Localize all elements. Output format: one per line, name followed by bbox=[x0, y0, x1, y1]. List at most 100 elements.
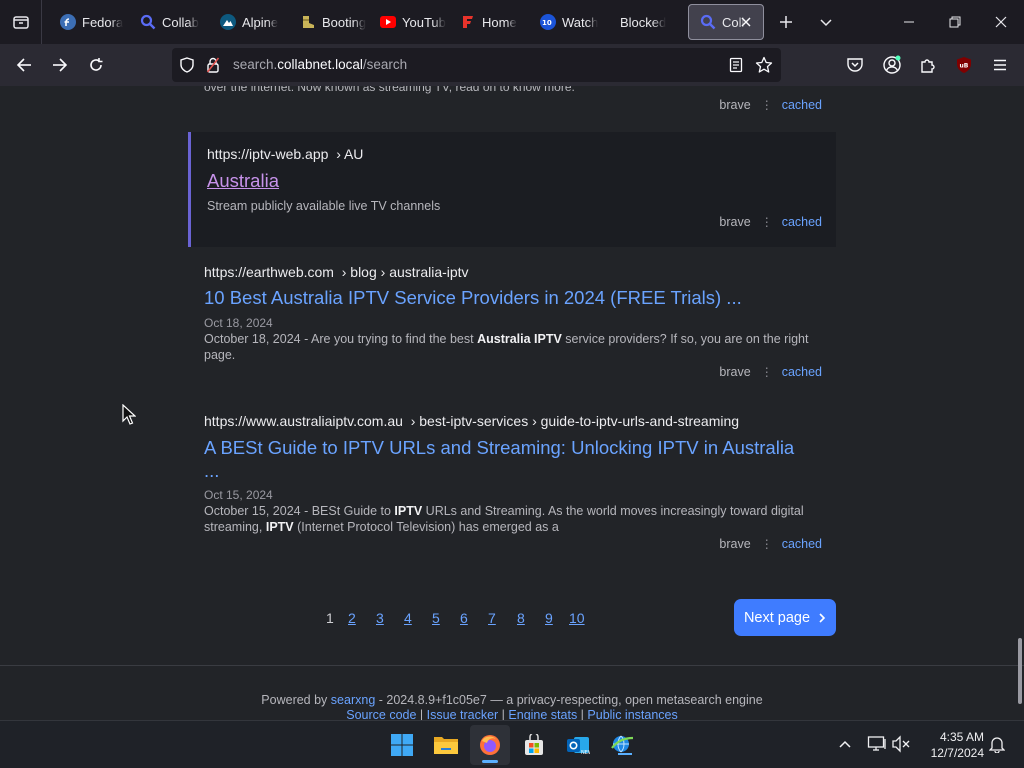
engine-label: brave bbox=[719, 215, 751, 229]
microsoft-store-icon bbox=[525, 734, 543, 755]
taskbar-network-app[interactable] bbox=[602, 725, 642, 765]
result-description: October 15, 2024 - BESt Guide to IPTV UR… bbox=[204, 504, 804, 534]
extensions-button[interactable] bbox=[913, 50, 943, 80]
back-button[interactable] bbox=[9, 50, 39, 80]
url-text[interactable]: search.collabnet.local/search bbox=[233, 57, 407, 72]
result-url[interactable]: https://earthweb.com › blog › australia-… bbox=[204, 264, 469, 280]
start-button[interactable] bbox=[382, 725, 422, 765]
taskbar-clock[interactable]: 4:35 AM 12/7/2024 bbox=[916, 729, 984, 761]
result-url[interactable]: https://iptv-web.app › AU bbox=[207, 146, 363, 162]
account-button[interactable] bbox=[877, 50, 907, 80]
taskbar-file-explorer[interactable] bbox=[426, 725, 466, 765]
cached-link[interactable]: cached bbox=[782, 365, 822, 379]
tab-youtube[interactable]: YouTube bbox=[368, 4, 446, 40]
page-link[interactable]: 5 bbox=[432, 610, 460, 626]
minimize-button[interactable] bbox=[886, 0, 932, 44]
address-bar[interactable]: search.collabnet.local/search bbox=[172, 48, 781, 82]
result-description: October 18, 2024 - Are you trying to fin… bbox=[204, 332, 809, 362]
engine-stats-link[interactable]: Engine stats bbox=[508, 708, 577, 720]
result-title-continuation[interactable]: ... bbox=[204, 460, 219, 482]
page-scrollbar[interactable] bbox=[1018, 638, 1022, 704]
result-url[interactable]: https://www.australiaiptv.com.au › best-… bbox=[204, 413, 739, 429]
outlook-icon: NEW bbox=[567, 737, 590, 756]
monitor-network-icon bbox=[867, 736, 886, 751]
previous-result-snippet: over the internet. Now known as streamin… bbox=[204, 86, 575, 94]
show-hidden-icons-button[interactable] bbox=[834, 733, 856, 755]
taskbar-firefox[interactable] bbox=[470, 725, 510, 765]
tab-alpine[interactable]: Alpine bbox=[208, 4, 286, 40]
tab-fedora[interactable]: Fedora bbox=[48, 4, 126, 40]
bookmark-star-icon[interactable] bbox=[755, 56, 773, 74]
chevron-up-icon bbox=[839, 740, 851, 748]
windows-taskbar: NEW 4:35 AM 12/7/2024 bbox=[0, 720, 1024, 768]
close-icon bbox=[995, 16, 1007, 28]
next-page-button[interactable]: Next page bbox=[734, 599, 836, 636]
page-link[interactable]: 9 bbox=[545, 610, 569, 626]
notifications-button[interactable] bbox=[986, 733, 1008, 755]
app-menu-button[interactable] bbox=[985, 50, 1015, 80]
arrow-left-icon bbox=[16, 58, 31, 72]
tab-strip: Fedora Collab Alpine Booting YouTube Hom… bbox=[0, 0, 1024, 44]
chevron-right-icon bbox=[819, 612, 826, 623]
engine-label: brave bbox=[719, 98, 751, 112]
result-title-link[interactable]: Australia bbox=[207, 170, 279, 192]
taskbar-outlook[interactable]: NEW bbox=[558, 725, 598, 765]
network-status-button[interactable] bbox=[866, 733, 888, 755]
tab-watch[interactable]: 10 Watch bbox=[528, 4, 606, 40]
navigation-toolbar: search.collabnet.local/search uB bbox=[0, 44, 1024, 86]
forward-button[interactable] bbox=[45, 50, 75, 80]
page-link[interactable]: 6 bbox=[460, 610, 488, 626]
lock-icon[interactable] bbox=[204, 56, 222, 74]
svg-text:10: 10 bbox=[542, 19, 552, 26]
public-instances-link[interactable]: Public instances bbox=[587, 708, 677, 720]
issue-tracker-link[interactable]: Issue tracker bbox=[427, 708, 499, 720]
result-item: https://iptv-web.app › AU Australia Stre… bbox=[188, 132, 836, 247]
result-item: https://www.australiaiptv.com.au › best-… bbox=[188, 406, 836, 556]
result-date: Oct 18, 2024 bbox=[204, 316, 273, 330]
page-link[interactable]: 4 bbox=[404, 610, 432, 626]
close-tab-button[interactable] bbox=[738, 14, 754, 30]
close-window-button[interactable] bbox=[978, 0, 1024, 44]
page-link[interactable]: 7 bbox=[488, 610, 517, 626]
shield-icon[interactable] bbox=[178, 56, 196, 74]
tab-overflow-button[interactable] bbox=[812, 8, 840, 36]
cached-link[interactable]: cached bbox=[782, 98, 822, 112]
restore-button[interactable] bbox=[932, 0, 978, 44]
tab-home[interactable]: Home bbox=[448, 4, 526, 40]
cached-link[interactable]: cached bbox=[782, 537, 822, 551]
reload-button[interactable] bbox=[81, 50, 111, 80]
tab-booting[interactable]: Booting bbox=[288, 4, 366, 40]
source-code-link[interactable]: Source code bbox=[346, 708, 416, 720]
page-link[interactable]: 10 bbox=[569, 610, 597, 626]
new-tab-button[interactable] bbox=[772, 8, 800, 36]
result-meta: brave ⋮ cached bbox=[719, 537, 822, 551]
previous-result-meta: brave ⋮ cached bbox=[719, 98, 822, 112]
svg-text:uB: uB bbox=[960, 63, 969, 70]
search-icon bbox=[140, 14, 156, 30]
list-all-tabs-button[interactable] bbox=[0, 0, 42, 44]
volume-button[interactable] bbox=[890, 733, 912, 755]
pocket-icon bbox=[847, 58, 863, 72]
page-link[interactable]: 8 bbox=[517, 610, 545, 626]
cached-link[interactable]: cached bbox=[782, 215, 822, 229]
pocket-button[interactable] bbox=[840, 50, 870, 80]
page-link[interactable]: 2 bbox=[348, 610, 376, 626]
engine-label: brave bbox=[719, 365, 751, 379]
watch-icon: 10 bbox=[540, 14, 556, 30]
close-icon bbox=[741, 17, 751, 27]
mouse-cursor-icon bbox=[122, 404, 136, 425]
tab-collab-active[interactable]: Coll bbox=[688, 4, 764, 40]
result-title-link[interactable]: 10 Best Australia IPTV Service Providers… bbox=[204, 287, 742, 309]
result-title-link[interactable]: A BESt Guide to IPTV URLs and Streaming:… bbox=[204, 437, 794, 459]
search-results-page: over the internet. Now known as streamin… bbox=[0, 86, 1024, 720]
reader-view-icon[interactable] bbox=[727, 56, 745, 74]
reload-icon bbox=[90, 58, 103, 71]
dots-separator-icon: ⋮ bbox=[760, 215, 773, 229]
searxng-link[interactable]: searxng bbox=[331, 693, 375, 707]
minimize-icon bbox=[904, 21, 914, 23]
page-link[interactable]: 3 bbox=[376, 610, 404, 626]
tab-blocked[interactable]: Blocked bbox=[608, 4, 686, 40]
taskbar-microsoft-store[interactable] bbox=[514, 725, 554, 765]
tab-collab[interactable]: Collab bbox=[128, 4, 206, 40]
ublock-origin-button[interactable]: uB bbox=[949, 50, 979, 80]
